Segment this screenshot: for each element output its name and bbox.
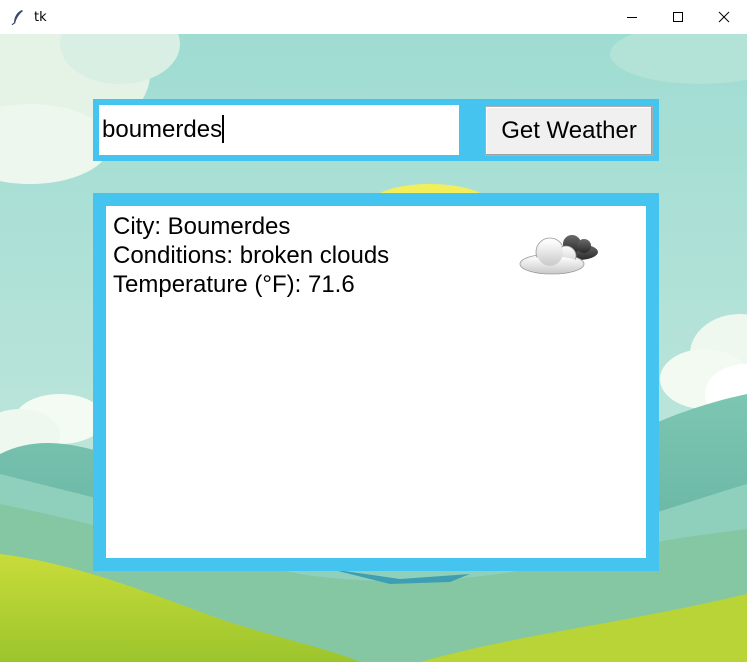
window-controls [609,0,747,34]
maximize-icon [673,12,683,22]
city-input-value: boumerdes [102,116,223,143]
minimize-button[interactable] [609,0,655,34]
maximize-button[interactable] [655,0,701,34]
weather-result-text: City: Boumerdes Conditions: broken cloud… [113,212,389,299]
broken-clouds-icon [516,228,600,278]
title-bar: tk [0,0,747,34]
window-title: tk [34,9,47,25]
minimize-icon [627,17,637,18]
get-weather-button[interactable]: Get Weather [485,106,653,156]
close-icon [718,11,730,23]
city-input[interactable]: boumerdes [99,105,459,155]
result-conditions: Conditions: broken clouds [113,242,390,269]
app-window: tk boumerdes Get Weather City: Boumerdes… [0,0,747,662]
feather-icon [10,9,26,25]
result-temperature: Temperature (°F): 71.6 [113,271,355,298]
text-caret [222,114,225,143]
result-city: City: Boumerdes [113,213,291,240]
close-button[interactable] [701,0,747,34]
